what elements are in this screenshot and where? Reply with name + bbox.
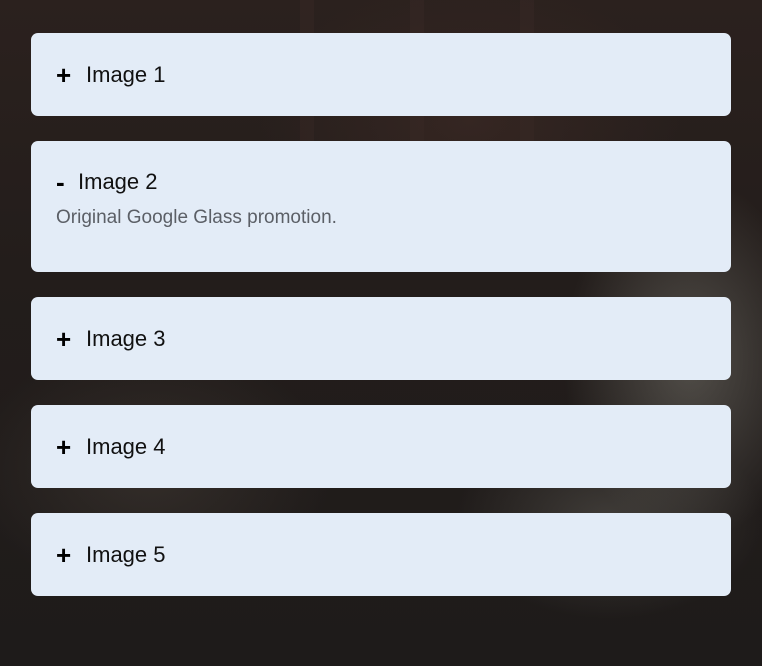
accordion-title: Image 2: [78, 169, 158, 194]
expand-plus-icon: +: [56, 431, 72, 462]
collapse-minus-icon: -: [56, 167, 65, 197]
accordion-item-image-2: - Image 2 Original Google Glass promotio…: [31, 141, 731, 272]
accordion-header-image-3[interactable]: + Image 3: [31, 297, 731, 380]
image-accordion: + Image 1 - Image 2 Original Google Glas…: [31, 33, 731, 621]
accordion-title: Image 3: [86, 325, 166, 351]
accordion-item-image-3: + Image 3: [31, 297, 731, 380]
accordion-item-image-1: + Image 1: [31, 33, 731, 116]
accordion-title: Image 5: [86, 541, 166, 567]
accordion-item-image-4: + Image 4: [31, 405, 731, 488]
accordion-header-image-1[interactable]: + Image 1: [31, 33, 731, 116]
accordion-title: Image 1: [86, 61, 166, 87]
accordion-title: Image 4: [86, 433, 166, 459]
accordion-item-image-5: + Image 5: [31, 513, 731, 596]
expand-plus-icon: +: [56, 323, 72, 354]
expand-plus-icon: +: [56, 59, 72, 90]
expand-plus-icon: +: [56, 539, 72, 570]
accordion-content: Original Google Glass promotion.: [56, 207, 337, 228]
accordion-header-image-5[interactable]: + Image 5: [31, 513, 731, 596]
accordion-header-image-4[interactable]: + Image 4: [31, 405, 731, 488]
